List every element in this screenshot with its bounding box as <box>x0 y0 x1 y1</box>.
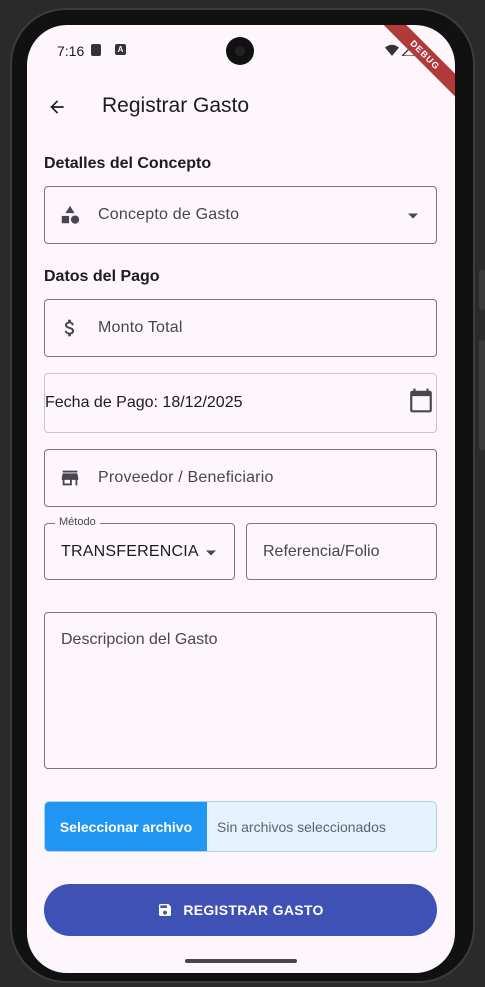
monto-input[interactable]: Monto Total <box>44 299 437 357</box>
fecha-pago-field[interactable]: Fecha de Pago: 18/12/2025 <box>44 373 437 433</box>
descripcion-textarea[interactable]: Descripcion del Gasto <box>44 612 437 769</box>
proveedor-label: Proveedor / Beneficiario <box>98 469 274 486</box>
proveedor-input[interactable]: Proveedor / Beneficiario <box>44 449 437 507</box>
device-frame: 7:16 A DEBUG Registrar Gasto Detalles de… <box>0 0 485 987</box>
chevron-down-icon <box>408 213 418 219</box>
home-indicator[interactable] <box>185 959 297 963</box>
app-bar: Registrar Gasto <box>27 85 455 129</box>
wifi-icon <box>385 44 399 56</box>
registrar-gasto-button[interactable]: REGISTRAR GASTO <box>44 884 437 936</box>
referencia-input[interactable]: Referencia/Folio <box>246 523 437 580</box>
fecha-pago-text: Fecha de Pago: 18/12/2025 <box>45 394 243 411</box>
notification-a-icon: A <box>115 44 126 55</box>
concepto-label: Concepto de Gasto <box>98 206 240 223</box>
metodo-value: TRANSFERENCIA <box>61 542 199 560</box>
metodo-label: Método <box>55 516 100 528</box>
sd-card-icon <box>91 44 101 56</box>
select-file-button[interactable]: Seleccionar archivo <box>45 802 207 851</box>
section-title-concepto: Detalles del Concepto <box>44 155 212 172</box>
screen: 7:16 A DEBUG Registrar Gasto Detalles de… <box>27 25 455 973</box>
descripcion-label: Descripcion del Gasto <box>61 631 218 648</box>
arrow-left-icon <box>50 100 64 114</box>
chevron-down-icon <box>206 550 216 555</box>
back-button[interactable] <box>43 93 71 121</box>
metodo-dropdown[interactable]: Método TRANSFERENCIA <box>44 516 235 580</box>
monto-label: Monto Total <box>98 319 183 336</box>
dollar-icon <box>59 317 81 339</box>
status-time: 7:16 <box>57 43 85 59</box>
calendar-icon[interactable] <box>408 388 434 419</box>
file-status: Sin archivos seleccionados <box>217 818 386 835</box>
section-title-pago: Datos del Pago <box>44 268 160 285</box>
volume-up-button <box>479 270 485 310</box>
status-bar: 7:16 A DEBUG <box>27 25 455 104</box>
file-picker: Seleccionar archivo Sin archivos selecci… <box>44 801 437 852</box>
concepto-dropdown[interactable]: Concepto de Gasto <box>44 186 437 244</box>
camera-cutout <box>226 37 254 65</box>
store-icon <box>59 467 81 489</box>
page-title: Registrar Gasto <box>102 94 250 117</box>
registrar-gasto-label: REGISTRAR GASTO <box>183 902 324 918</box>
save-icon <box>159 904 172 916</box>
category-shapes-icon <box>59 204 81 226</box>
referencia-label: Referencia/Folio <box>263 542 380 560</box>
volume-down-button <box>479 340 485 450</box>
